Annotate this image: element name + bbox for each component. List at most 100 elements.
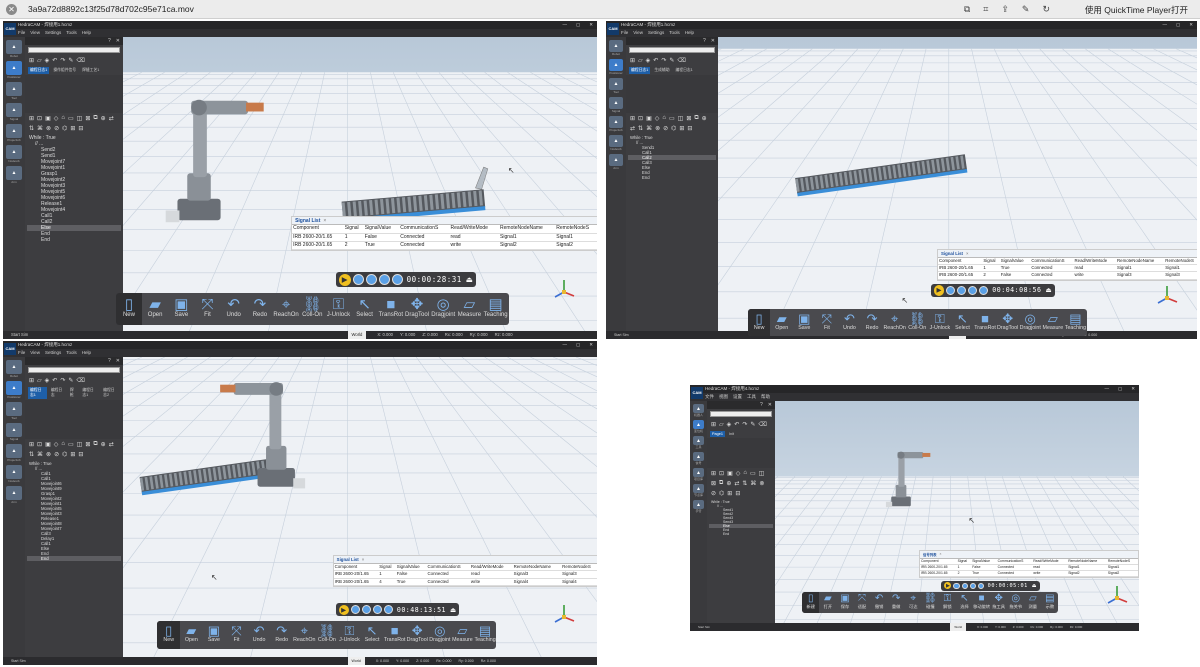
menu-settings[interactable]: Settings — [648, 29, 664, 37]
start-sim-button[interactable]: Start Sim — [11, 331, 28, 339]
toolstrip-item-0[interactable]: ▲ Robot — [6, 40, 22, 58]
toolstrip-icon[interactable]: ▲ — [693, 436, 704, 445]
step-button[interactable] — [383, 605, 393, 615]
program-search-input[interactable] — [28, 47, 120, 53]
toolbar-reachon-button[interactable]: ⌖ ReachOn — [273, 293, 299, 325]
toolstrip-item-5[interactable]: ▲ NodeLib — [6, 145, 22, 163]
share-icon[interactable]: ⇪ — [1001, 4, 1009, 15]
toolstrip-icon[interactable]: ▲ — [609, 59, 623, 71]
command-icon[interactable]: ⌬ — [671, 125, 676, 132]
command-icon[interactable]: ⊞ — [727, 490, 732, 497]
command-icon[interactable]: ⊞ — [70, 125, 75, 132]
toolbar-redo-button[interactable]: ↷ Redo — [247, 293, 273, 325]
panel-action-icon[interactable]: ▱ — [37, 377, 42, 384]
toolstrip-item-2[interactable]: ▲ Tool — [6, 402, 22, 420]
column-header[interactable]: Read/WriteMode — [1073, 257, 1117, 266]
command-icon[interactable]: ⊞ — [711, 470, 716, 477]
toolstrip-icon[interactable]: ▲ — [609, 40, 623, 52]
command-icon[interactable]: ◫ — [759, 470, 765, 477]
stop-button[interactable] — [365, 274, 377, 286]
command-icon[interactable]: ⧉ — [694, 115, 698, 122]
panel-action-icon[interactable]: ✎ — [669, 57, 674, 64]
panel-action-icon[interactable]: ⊞ — [630, 57, 635, 64]
command-icon[interactable]: ⊗ — [46, 451, 51, 458]
command-icon[interactable]: ⌘ — [37, 451, 43, 458]
start-sim-button[interactable]: Start Sim — [614, 331, 629, 339]
close-icon[interactable]: × — [966, 251, 969, 256]
command-icon[interactable]: ⊡ — [37, 115, 42, 122]
panel-action-icon[interactable]: ▱ — [37, 57, 42, 64]
command-icon[interactable]: ⊠ — [85, 115, 90, 122]
command-icon[interactable]: ⊟ — [78, 451, 83, 458]
command-icon[interactable]: ⊘ — [54, 451, 59, 458]
menu-file[interactable]: File — [621, 29, 628, 37]
menu-settings[interactable]: Settings — [45, 349, 61, 357]
column-header[interactable]: Component — [292, 225, 344, 234]
toolbar-measure-button[interactable]: ▱ Measure — [1042, 309, 1065, 337]
axis-gizmo[interactable] — [1155, 284, 1179, 310]
toolstrip-item-3[interactable]: ▲ Signal — [6, 103, 22, 121]
toolstrip-item-2[interactable]: ▲ 工具 — [693, 436, 704, 449]
panel-tab[interactable]: 编程日志1 — [28, 387, 47, 399]
toolbar-save-button[interactable]: ▣ Save — [203, 621, 226, 649]
command-icon[interactable]: ⊕ — [702, 115, 707, 122]
toolstrip-icon[interactable]: ▲ — [609, 154, 623, 166]
help-icon[interactable]: ? — [760, 401, 763, 409]
toolbar-fit-button[interactable]: ⤧ Fit — [225, 621, 248, 649]
signal-list-title[interactable]: 信号列表 — [923, 552, 937, 557]
command-icon[interactable]: ⊘ — [711, 490, 716, 497]
toolbar-dragtool-button[interactable]: ✥ DragTool — [406, 621, 429, 649]
toolstrip-item-3[interactable]: ▲ 信号 — [693, 452, 704, 465]
toolstrip-icon[interactable]: ▲ — [693, 452, 704, 461]
panel-tab[interactable]: 编程日志2 — [101, 387, 120, 399]
play-button[interactable]: ▶ — [934, 285, 945, 296]
minimize-icon[interactable]: — — [562, 21, 567, 29]
toolbar-teaching-button[interactable]: ▤ 示教 — [1041, 592, 1058, 613]
command-icon[interactable]: ⊞ — [70, 451, 75, 458]
close-panel-icon[interactable]: ✕ — [711, 37, 715, 45]
toolstrip-icon[interactable]: ▲ — [6, 40, 22, 54]
toolbar-dragjoint-button[interactable]: ◎ Dragjoint — [1019, 309, 1042, 337]
toolbar-undo-button[interactable]: ↶ Undo — [248, 621, 271, 649]
command-icon[interactable]: ⇅ — [638, 125, 643, 132]
toolbar-transrot-button[interactable]: ■ 移动旋转 — [973, 592, 990, 613]
stop-button[interactable] — [361, 605, 371, 615]
crop-icon[interactable]: ⌗ — [983, 4, 988, 15]
menu-settings[interactable]: 设置 — [733, 393, 742, 401]
close-icon[interactable]: ✕ — [1131, 385, 1135, 393]
command-icon[interactable]: ⊟ — [687, 125, 692, 132]
panel-tab[interactable]: 编程日志1 — [674, 67, 695, 74]
toolstrip-item-5[interactable]: ▲ NodeLib — [6, 465, 22, 483]
coordinate-frame-select[interactable]: World — [347, 657, 365, 665]
close-panel-icon[interactable]: ✕ — [768, 401, 772, 409]
panel-action-icon[interactable]: ↷ — [661, 57, 666, 64]
toolbar-reachon-button[interactable]: ⌖ ReachOn — [883, 309, 906, 337]
column-header[interactable]: RemoteNodeS — [1164, 257, 1197, 266]
toolbar-fit-button[interactable]: ⤧ Fit — [194, 293, 220, 325]
toolbar-j-unlock-button[interactable]: ⚿ J-Unlock — [325, 293, 351, 325]
command-icon[interactable]: ◫ — [678, 115, 684, 122]
close-icon[interactable]: × — [323, 218, 326, 224]
tune-icon[interactable]: ⧉ — [964, 4, 970, 15]
toolbar-reachon-button[interactable]: ⌖ 可达 — [905, 592, 922, 613]
column-header[interactable]: RemoteNodeName — [499, 225, 556, 234]
pause-button[interactable] — [946, 285, 956, 295]
toolstrip-icon[interactable]: ▲ — [693, 500, 704, 509]
toolbar-undo-button[interactable]: ↶ Undo — [221, 293, 247, 325]
close-panel-icon[interactable]: ✕ — [116, 357, 120, 365]
toolbar-measure-button[interactable]: ▱ 测量 — [1024, 592, 1041, 613]
table-row[interactable]: IRB 2600-20/1.65 1 False Connected read Signa… — [333, 570, 597, 579]
command-icon[interactable]: ▭ — [68, 115, 74, 122]
toolstrip-icon[interactable]: ▲ — [6, 486, 22, 500]
panel-action-icon[interactable]: ✎ — [68, 377, 73, 384]
toolstrip-icon[interactable]: ▲ — [6, 145, 22, 159]
panel-tab[interactable]: 编程日志 — [49, 387, 66, 399]
panel-tab[interactable]: 编程日志1 — [80, 387, 99, 399]
column-header[interactable]: SignalValue — [363, 225, 400, 234]
command-icon[interactable]: ⌬ — [719, 490, 724, 497]
toolstrip-icon[interactable]: ▲ — [693, 404, 704, 413]
command-icon[interactable]: ⇄ — [630, 125, 635, 132]
toolbar-teaching-button[interactable]: ▤ Teaching — [474, 621, 497, 649]
command-icon[interactable]: ⇄ — [734, 480, 739, 487]
column-header[interactable]: CommunicationS — [1030, 257, 1074, 266]
